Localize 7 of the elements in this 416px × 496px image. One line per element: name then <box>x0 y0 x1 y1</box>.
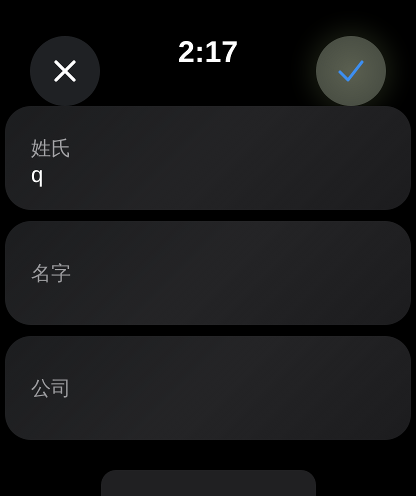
field-label: 姓氏 <box>31 135 72 161</box>
checkmark-icon <box>336 58 365 84</box>
clock-time: 2:17 <box>178 36 238 70</box>
text-input[interactable]: q <box>31 161 385 189</box>
close-icon <box>53 59 77 83</box>
text-field[interactable]: 名字 <box>5 221 411 325</box>
text-field[interactable]: 公司 <box>5 336 411 440</box>
